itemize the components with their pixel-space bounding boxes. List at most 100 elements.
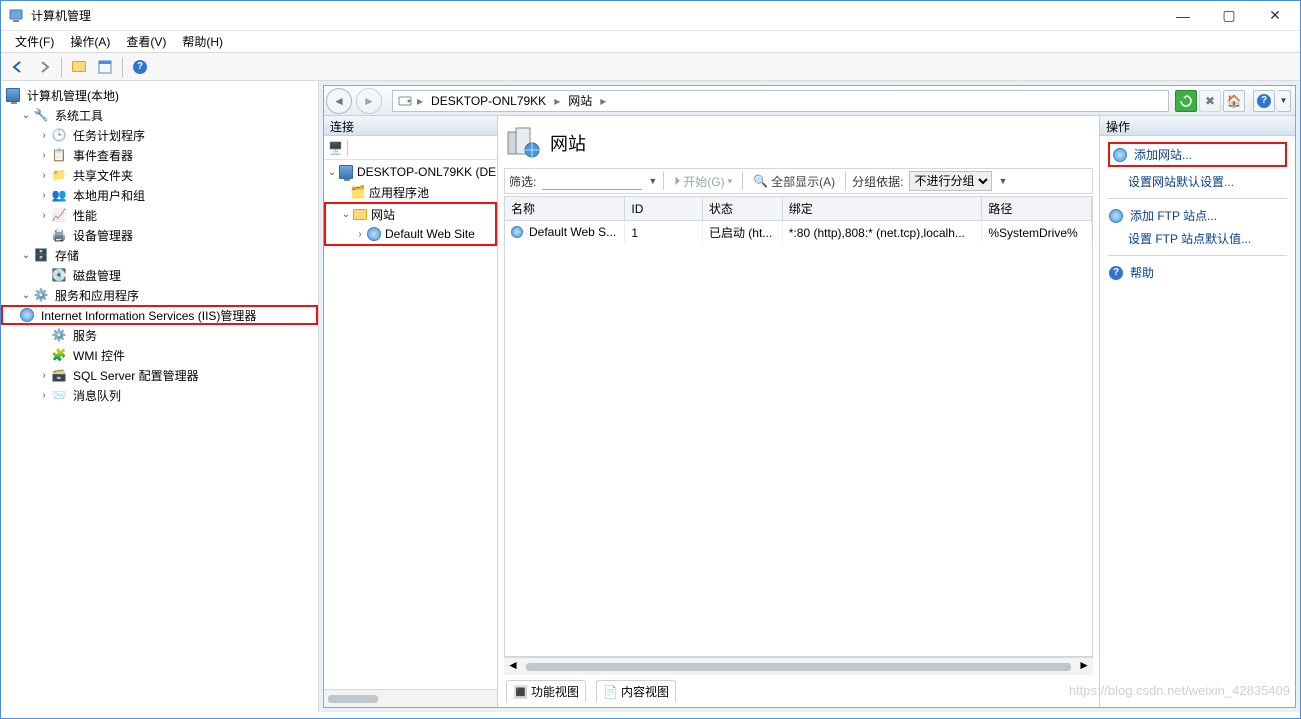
connect-icon[interactable]: 🖥️ xyxy=(328,141,343,155)
breadcrumb-server[interactable]: DESKTOP-ONL79KK xyxy=(427,94,550,108)
tree-label: 磁盘管理 xyxy=(71,266,123,285)
tree-label: Internet Information Services (IIS)管理器 xyxy=(39,306,258,325)
menu-action[interactable]: 操作(A) xyxy=(62,31,118,52)
iis-home-button[interactable]: 🏠 xyxy=(1223,90,1245,112)
action-help[interactable]: ? 帮助 xyxy=(1108,264,1287,281)
filter-input[interactable] xyxy=(542,173,642,190)
expander-icon[interactable]: ⌄ xyxy=(326,167,338,178)
connections-pane: 连接 🖥️ ⌄ xyxy=(324,116,498,707)
mmc-tree-pane[interactable]: 计算机管理(本地) ⌄ 🔧 系统工具 ›🕒任务计划程序 xyxy=(1,81,319,712)
expander-icon[interactable]: › xyxy=(37,210,51,221)
action-set-ftp-defaults[interactable]: 设置 FTP 站点默认值... xyxy=(1108,230,1287,247)
iis-help-dropdown[interactable]: ▼ xyxy=(1277,90,1291,112)
tree-label: 任务计划程序 xyxy=(71,126,147,145)
tree-sql-config[interactable]: ›🗃️SQL Server 配置管理器 xyxy=(1,365,318,385)
server-icon xyxy=(338,164,354,180)
tree-disk-management[interactable]: 💽磁盘管理 xyxy=(1,265,318,285)
title-bar: 计算机管理 — ▢ ✕ xyxy=(1,1,1300,31)
expander-icon[interactable]: › xyxy=(37,370,51,381)
table-row[interactable]: Default Web S... 1 已启动 (ht... *:80 (http… xyxy=(505,221,1092,245)
col-status[interactable]: 状态 xyxy=(702,197,782,221)
tab-content-view[interactable]: 📄内容视图 xyxy=(596,680,676,702)
col-id[interactable]: ID xyxy=(625,197,703,221)
filter-showall-button[interactable]: 🔍全部显示(A) xyxy=(749,173,839,190)
nav-forward-button[interactable] xyxy=(33,56,55,78)
tree-systools[interactable]: ⌄ 🔧 系统工具 xyxy=(1,105,318,125)
breadcrumb[interactable]: ▸ DESKTOP-ONL79KK ▸ 网站 ▸ xyxy=(392,90,1169,112)
expander-icon[interactable]: › xyxy=(37,170,51,181)
col-binding[interactable]: 绑定 xyxy=(782,197,982,221)
sites-big-icon xyxy=(506,126,540,160)
filter-dropdown-icon[interactable]: ▼ xyxy=(648,176,657,186)
iis-refresh-button[interactable] xyxy=(1175,90,1197,112)
expander-icon[interactable]: ⌄ xyxy=(19,250,33,261)
minimize-button[interactable]: — xyxy=(1160,1,1206,31)
globe-icon xyxy=(366,226,382,242)
action-label: 添加 FTP 站点... xyxy=(1130,207,1217,224)
conn-default-website[interactable]: ›Default Web Site xyxy=(326,224,495,244)
iis-stop-button[interactable]: ✖ xyxy=(1199,90,1221,112)
menu-help[interactable]: 帮助(H) xyxy=(174,31,231,52)
tb-help-button[interactable]: ? xyxy=(129,56,151,78)
funnel-icon: ⏵ xyxy=(674,174,680,189)
tree-device-manager[interactable]: 🖨️设备管理器 xyxy=(1,225,318,245)
tree-event-viewer[interactable]: ›📋事件查看器 xyxy=(1,145,318,165)
separator xyxy=(742,172,743,190)
tab-features-view[interactable]: 🔳功能视图 xyxy=(506,680,586,702)
tree-iis-manager[interactable]: Internet Information Services (IIS)管理器 xyxy=(1,305,318,325)
expander-icon[interactable]: › xyxy=(37,130,51,141)
expander-icon[interactable]: › xyxy=(37,150,51,161)
expander-icon[interactable]: › xyxy=(37,190,51,201)
expander-icon[interactable]: ⌄ xyxy=(340,209,352,220)
iis-forward-button[interactable]: ► xyxy=(356,88,382,114)
tree-root[interactable]: 计算机管理(本地) xyxy=(1,85,318,105)
breadcrumb-sites[interactable]: 网站 xyxy=(564,92,596,109)
expander-icon[interactable]: › xyxy=(354,229,366,240)
tree-wmi[interactable]: 🧩WMI 控件 xyxy=(1,345,318,365)
close-button[interactable]: ✕ xyxy=(1252,1,1298,31)
action-set-site-defaults[interactable]: 设置网站默认设置... xyxy=(1108,173,1287,190)
sites-grid[interactable]: 名称 ID 状态 绑定 路径 Default Web S... 1 xyxy=(504,196,1093,657)
action-add-ftp[interactable]: 添加 FTP 站点... xyxy=(1108,207,1287,224)
tree-msmq[interactable]: ›📨消息队列 xyxy=(1,385,318,405)
actions-pane: 操作 添加网站... 设置网站默认设置... xyxy=(1099,116,1295,707)
iis-help-button[interactable]: ? xyxy=(1253,90,1275,112)
nav-back-button[interactable] xyxy=(7,56,29,78)
content-pane: 网站 筛选: ▼ ⏵开始(G)▾ 🔍全部显示(A) 分组依据: xyxy=(498,116,1099,707)
filter-bar: 筛选: ▼ ⏵开始(G)▾ 🔍全部显示(A) 分组依据: 不进行分组 ▼ xyxy=(504,168,1093,194)
col-name[interactable]: 名称 xyxy=(505,197,625,221)
tb-view-button[interactable] xyxy=(94,56,116,78)
cell-name: Default Web S... xyxy=(505,221,625,245)
maximize-button[interactable]: ▢ xyxy=(1206,1,1252,31)
tree-local-users[interactable]: ›👥本地用户和组 xyxy=(1,185,318,205)
tree-performance[interactable]: ›📈性能 xyxy=(1,205,318,225)
menu-view[interactable]: 查看(V) xyxy=(118,31,174,52)
tree-storage[interactable]: ⌄ 🗄️ 存储 xyxy=(1,245,318,265)
tree-task-scheduler[interactable]: ›🕒任务计划程序 xyxy=(1,125,318,145)
tree-shared-folders[interactable]: ›📁共享文件夹 xyxy=(1,165,318,185)
expander-icon[interactable]: › xyxy=(37,390,51,401)
label: 开始(G) xyxy=(683,173,724,190)
filter-start-button[interactable]: ⏵开始(G)▾ xyxy=(670,173,736,190)
label: 全部显示(A) xyxy=(771,173,835,190)
grid-horizontal-scrollbar[interactable]: ◄► xyxy=(504,657,1093,675)
window-title: 计算机管理 xyxy=(31,7,1160,24)
filter-label: 筛选: xyxy=(509,173,536,190)
tree-services-apps[interactable]: ⌄ ⚙️ 服务和应用程序 xyxy=(1,285,318,305)
col-path[interactable]: 路径 xyxy=(982,197,1092,221)
conn-sites[interactable]: ⌄网站 xyxy=(326,204,495,224)
iis-back-button[interactable]: ◄ xyxy=(326,88,352,114)
conn-apppools[interactable]: 🗂️应用程序池 xyxy=(324,182,497,202)
expander-icon[interactable]: ⌄ xyxy=(19,290,33,301)
menu-file[interactable]: 文件(F) xyxy=(7,31,62,52)
conn-server-node[interactable]: ⌄ DESKTOP-ONL79KK (DE xyxy=(324,162,497,182)
tree-label: 本地用户和组 xyxy=(71,186,147,205)
tree-services[interactable]: ⚙️服务 xyxy=(1,325,318,345)
action-add-site[interactable]: 添加网站... xyxy=(1112,146,1283,163)
groupby-extra-dropdown[interactable]: ▼ xyxy=(998,176,1007,186)
conn-horizontal-scrollbar[interactable] xyxy=(324,689,497,707)
expander-icon[interactable]: ⌄ xyxy=(19,110,33,121)
breadcrumb-sep-icon: ▸ xyxy=(554,94,560,108)
tb-properties-button[interactable] xyxy=(68,56,90,78)
groupby-select[interactable]: 不进行分组 xyxy=(909,171,992,191)
